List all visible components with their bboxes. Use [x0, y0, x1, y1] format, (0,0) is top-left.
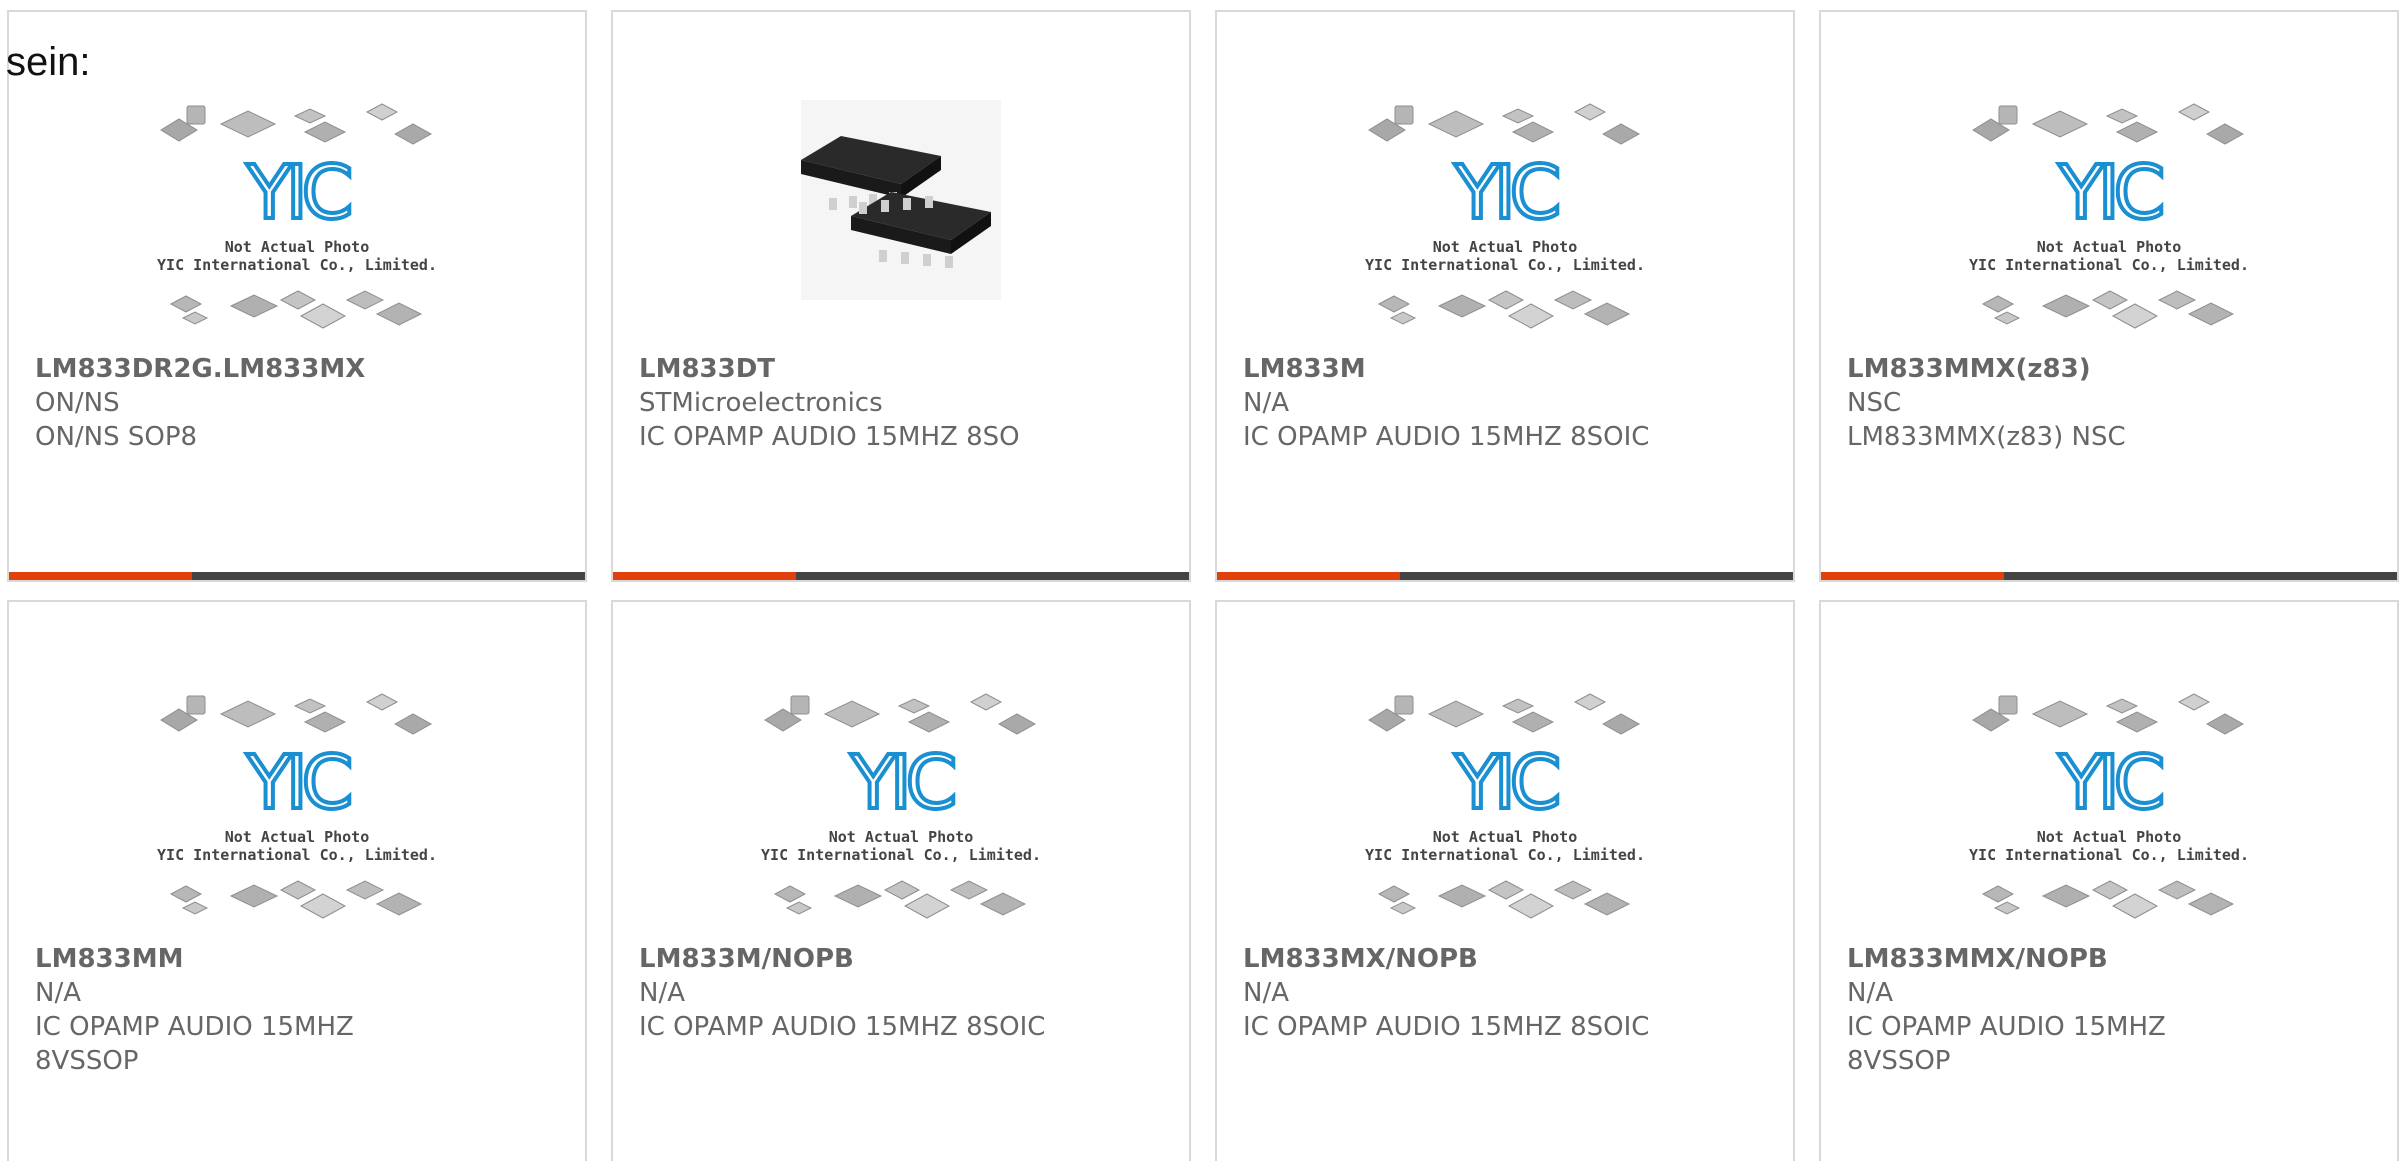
product-part-number[interactable]: LM833MMX(z83): [1847, 352, 2367, 386]
yic-logo: YIC: [1454, 740, 1558, 826]
product-part-number[interactable]: LM833MX/NOPB: [1243, 942, 1763, 976]
placeholder-image: YIC Not Actual PhotoYIC International Co.…: [761, 693, 1041, 919]
caption-line-1: Not Actual Photo: [2037, 828, 2182, 846]
chip-icons-bottom: [1981, 880, 2235, 919]
product-card[interactable]: YIC Not Actual Photo YIC International Co.…: [7, 10, 587, 582]
placeholder-image: YIC Not Actual PhotoYIC International Co.…: [1969, 693, 2249, 919]
placeholder-image: YIC Not Actual PhotoYIC International Co.…: [157, 693, 437, 919]
chip-icons-top: [1368, 693, 1641, 735]
chip-icons-top: [160, 103, 433, 145]
caption-line-1: Not Actual Photo: [829, 828, 974, 846]
product-card[interactable]: YIC Not Actual Photo YIC International Co.…: [1215, 10, 1795, 582]
placeholder-image: YIC Not Actual PhotoYIC International Co.…: [157, 103, 437, 329]
product-brand: STMicroelectronics: [639, 388, 883, 418]
product-image[interactable]: YIC Not Actual Photo YIC International Co.…: [1821, 100, 2397, 340]
caption-line-1: Not Actual Photo: [225, 828, 370, 846]
product-part-number[interactable]: LM833M: [1243, 352, 1763, 386]
placeholder-image: YIC Not Actual PhotoYIC International Co.…: [1365, 103, 1645, 329]
product-listing-page: sein: YIC Not Actual Photo YIC Internation…: [0, 0, 2400, 1161]
product-grid: YIC Not Actual Photo YIC International Co.…: [7, 10, 2400, 1161]
product-brand: N/A: [639, 978, 685, 1008]
yic-logo: YIC: [246, 150, 350, 236]
card-accent-bar: [1217, 572, 1793, 580]
caption-line-2: YIC International Co., Limited.: [1969, 846, 2249, 864]
chip-icons-top: [764, 693, 1037, 735]
product-brand: ON/NS: [35, 388, 120, 418]
chip-icons-top: [1972, 693, 2245, 735]
product-card[interactable]: LM833DT STMicroelectronics IC OPAMP AUDI…: [611, 10, 1191, 582]
soic8-chip-image: [801, 100, 1001, 300]
chip-icons-bottom: [1981, 290, 2235, 329]
caption-line-2: YIC International Co., Limited.: [157, 256, 437, 274]
chip-icons-bottom: [169, 290, 423, 329]
card-accent-bar: [1821, 572, 2397, 580]
chip-icons-top: [1972, 103, 2245, 145]
product-description: IC OPAMP AUDIO 15MHZ 8SOIC: [639, 1012, 1046, 1042]
lead-text: sein:: [6, 40, 91, 84]
placeholder-image: YIC Not Actual PhotoYIC International Co.…: [1365, 693, 1645, 919]
card-accent-bar: [613, 572, 1189, 580]
product-image[interactable]: YIC Not Actual Photo YIC International Co.…: [9, 100, 585, 340]
product-card[interactable]: YIC Not Actual Photo YIC International Co.…: [1819, 10, 2399, 582]
product-image[interactable]: YIC Not Actual Photo YIC International Co.…: [1217, 100, 1793, 340]
caption-line-2: YIC International Co., Limited.: [761, 846, 1041, 864]
product-card[interactable]: YIC Not Actual Photo YIC International Co.…: [611, 600, 1191, 1161]
product-image[interactable]: [613, 100, 1189, 340]
caption-line-2: YIC International Co., Limited.: [1365, 846, 1645, 864]
product-part-number[interactable]: LM833DR2G.LM833MX: [35, 352, 555, 386]
chip-icons-bottom: [169, 880, 423, 919]
product-description: IC OPAMP AUDIO 15MHZ 8SOIC: [1243, 1012, 1650, 1042]
chip-icons-top: [160, 693, 433, 735]
caption-line-1: Not Actual Photo: [1433, 828, 1578, 846]
product-card[interactable]: YIC Not Actual Photo YIC International Co.…: [7, 600, 587, 1161]
product-part-number[interactable]: LM833DT: [639, 352, 1159, 386]
product-description: IC OPAMP AUDIO 15MHZ 8SO: [639, 422, 1020, 452]
caption-line-1: Not Actual Photo: [225, 238, 370, 256]
chip-icons-bottom: [1377, 880, 1631, 919]
yic-logo: YIC: [2058, 740, 2162, 826]
product-brand: N/A: [1243, 388, 1289, 418]
caption-line-2: YIC International Co., Limited.: [1365, 256, 1645, 274]
caption-line-2: YIC International Co., Limited.: [1969, 256, 2249, 274]
product-description: IC OPAMP AUDIO 15MHZ 8VSSOP: [1847, 1012, 2166, 1076]
product-image[interactable]: YIC Not Actual Photo YIC International Co.…: [1217, 690, 1793, 930]
product-brand: N/A: [1847, 978, 1893, 1008]
product-card[interactable]: YIC Not Actual Photo YIC International Co.…: [1819, 600, 2399, 1161]
product-brand: NSC: [1847, 388, 1902, 418]
product-image[interactable]: YIC Not Actual Photo YIC International Co.…: [613, 690, 1189, 930]
chip-icons-bottom: [1377, 290, 1631, 329]
yic-logo: YIC: [1454, 150, 1558, 236]
yic-logo: YIC: [2058, 150, 2162, 236]
yic-logo: YIC: [850, 740, 954, 826]
product-part-number[interactable]: LM833MMX/NOPB: [1847, 942, 2367, 976]
caption-line-1: Not Actual Photo: [1433, 238, 1578, 256]
product-part-number[interactable]: LM833M/NOPB: [639, 942, 1159, 976]
product-brand: N/A: [1243, 978, 1289, 1008]
product-image[interactable]: YIC Not Actual Photo YIC International Co.…: [9, 690, 585, 930]
product-description: IC OPAMP AUDIO 15MHZ 8VSSOP: [35, 1012, 354, 1076]
product-image[interactable]: YIC Not Actual Photo YIC International Co.…: [1821, 690, 2397, 930]
caption-line-1: Not Actual Photo: [2037, 238, 2182, 256]
placeholder-image: YIC Not Actual PhotoYIC International Co.…: [1969, 103, 2249, 329]
product-description: ON/NS SOP8: [35, 422, 198, 452]
product-description: IC OPAMP AUDIO 15MHZ 8SOIC: [1243, 422, 1650, 452]
product-card[interactable]: YIC Not Actual Photo YIC International Co.…: [1215, 600, 1795, 1161]
product-part-number[interactable]: LM833MM: [35, 942, 555, 976]
chip-icons-bottom: [773, 880, 1027, 919]
caption-line-2: YIC International Co., Limited.: [157, 846, 437, 864]
product-brand: N/A: [35, 978, 81, 1008]
chip-icons-top: [1368, 103, 1641, 145]
yic-logo: YIC: [246, 740, 350, 826]
product-description: LM833MMX(z83) NSC: [1847, 422, 2126, 452]
card-accent-bar: [9, 572, 585, 580]
